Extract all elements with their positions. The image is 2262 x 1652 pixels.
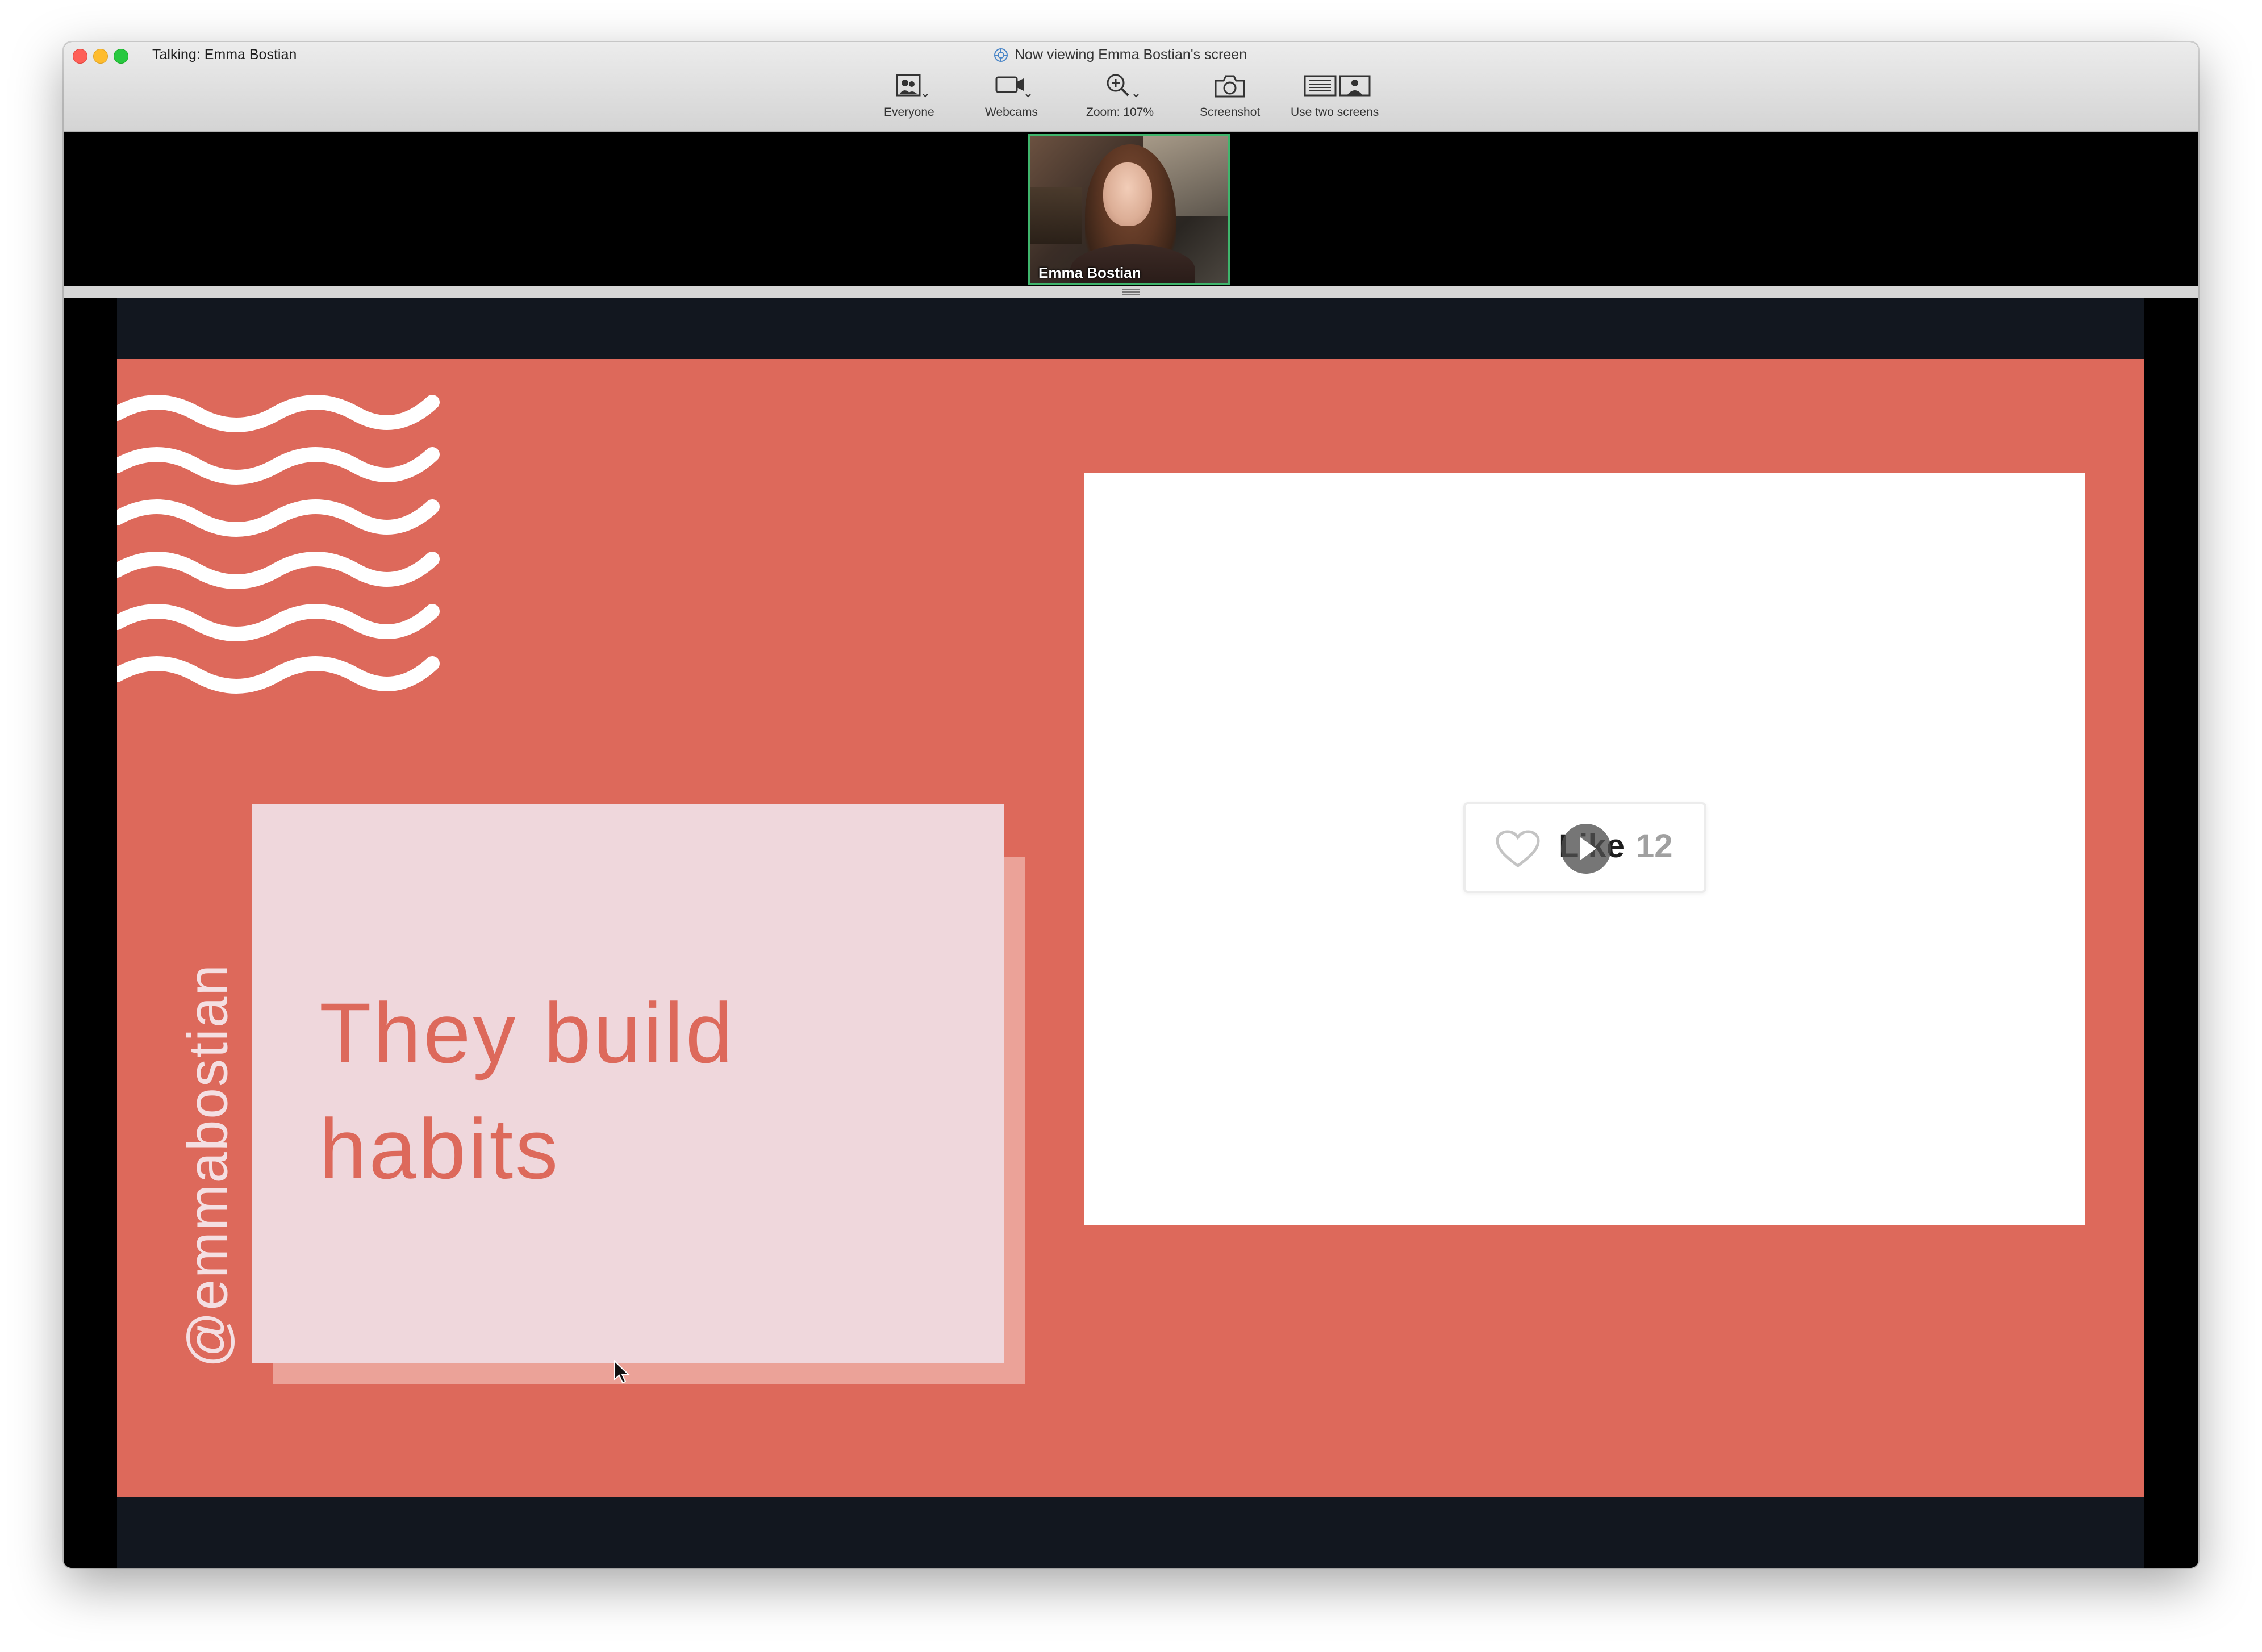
webcam-tile[interactable]: Emma Bostian	[1028, 134, 1230, 285]
participant-name: Emma Bostian	[1038, 264, 1141, 281]
headline-line-1: They build	[319, 985, 736, 1081]
screenshot-button[interactable]: Screenshot	[1200, 73, 1260, 127]
two-screens-icon	[1304, 75, 1371, 97]
headline: They build habits	[319, 975, 944, 1207]
camera-icon	[1215, 75, 1245, 98]
close-window-button[interactable]	[73, 49, 87, 64]
slide-frame: @emmabostian They build habits Like	[117, 298, 2144, 1568]
mouse-cursor-icon	[614, 1360, 630, 1384]
webcam-video-shelf	[1030, 187, 1082, 244]
screenshot-label: Screenshot	[1200, 106, 1261, 119]
resize-handle-icon[interactable]	[1122, 289, 1140, 295]
minimize-window-button[interactable]	[93, 49, 108, 64]
webcams-label: Webcams	[985, 106, 1038, 119]
maximize-window-button[interactable]	[114, 49, 128, 64]
resize-divider[interactable]	[64, 286, 2198, 298]
headline-card: They build habits	[252, 804, 1004, 1363]
zoom-button[interactable]: Zoom: 107%	[1086, 73, 1154, 127]
play-icon[interactable]	[1561, 824, 1611, 874]
twitter-handle: @emmabostian	[176, 963, 239, 1368]
zoom-in-icon	[1107, 74, 1139, 98]
like-count: 12	[1636, 828, 1673, 865]
demo-panel: Like 12	[1084, 473, 2085, 1225]
headline-line-2: habits	[319, 1101, 561, 1196]
zoom-label: Zoom: 107%	[1086, 106, 1154, 119]
app-window: Talking: Emma Bostian Now viewing Emma B…	[64, 42, 2198, 1568]
wave-decoration	[117, 395, 440, 694]
viewing-status-text: Now viewing Emma Bostian's screen	[1015, 47, 1247, 62]
webcams-button[interactable]: Webcams	[985, 73, 1038, 127]
use-two-screens-button[interactable]: Use two screens	[1291, 73, 1379, 127]
webcam-icon	[995, 76, 1032, 98]
shared-screen: @emmabostian They build habits Like	[64, 298, 2198, 1568]
like-button[interactable]: Like 12	[1463, 802, 1706, 893]
title-bar: Talking: Emma Bostian Now viewing Emma B…	[64, 42, 2198, 132]
webcam-strip: Emma Bostian	[64, 132, 2198, 286]
webcam-video-face	[1103, 162, 1152, 226]
viewing-status: Now viewing Emma Bostian's screen	[993, 47, 1247, 63]
everyone-label: Everyone	[884, 106, 934, 119]
use-two-screens-label: Use two screens	[1291, 106, 1379, 119]
everyone-icon	[896, 74, 929, 98]
presentation-slide: @emmabostian They build habits Like	[117, 359, 2144, 1497]
everyone-button[interactable]: Everyone	[884, 73, 934, 127]
talking-status: Talking: Emma Bostian	[152, 47, 297, 62]
heart-icon	[1496, 830, 1540, 868]
screen-share-icon	[994, 48, 1008, 62]
